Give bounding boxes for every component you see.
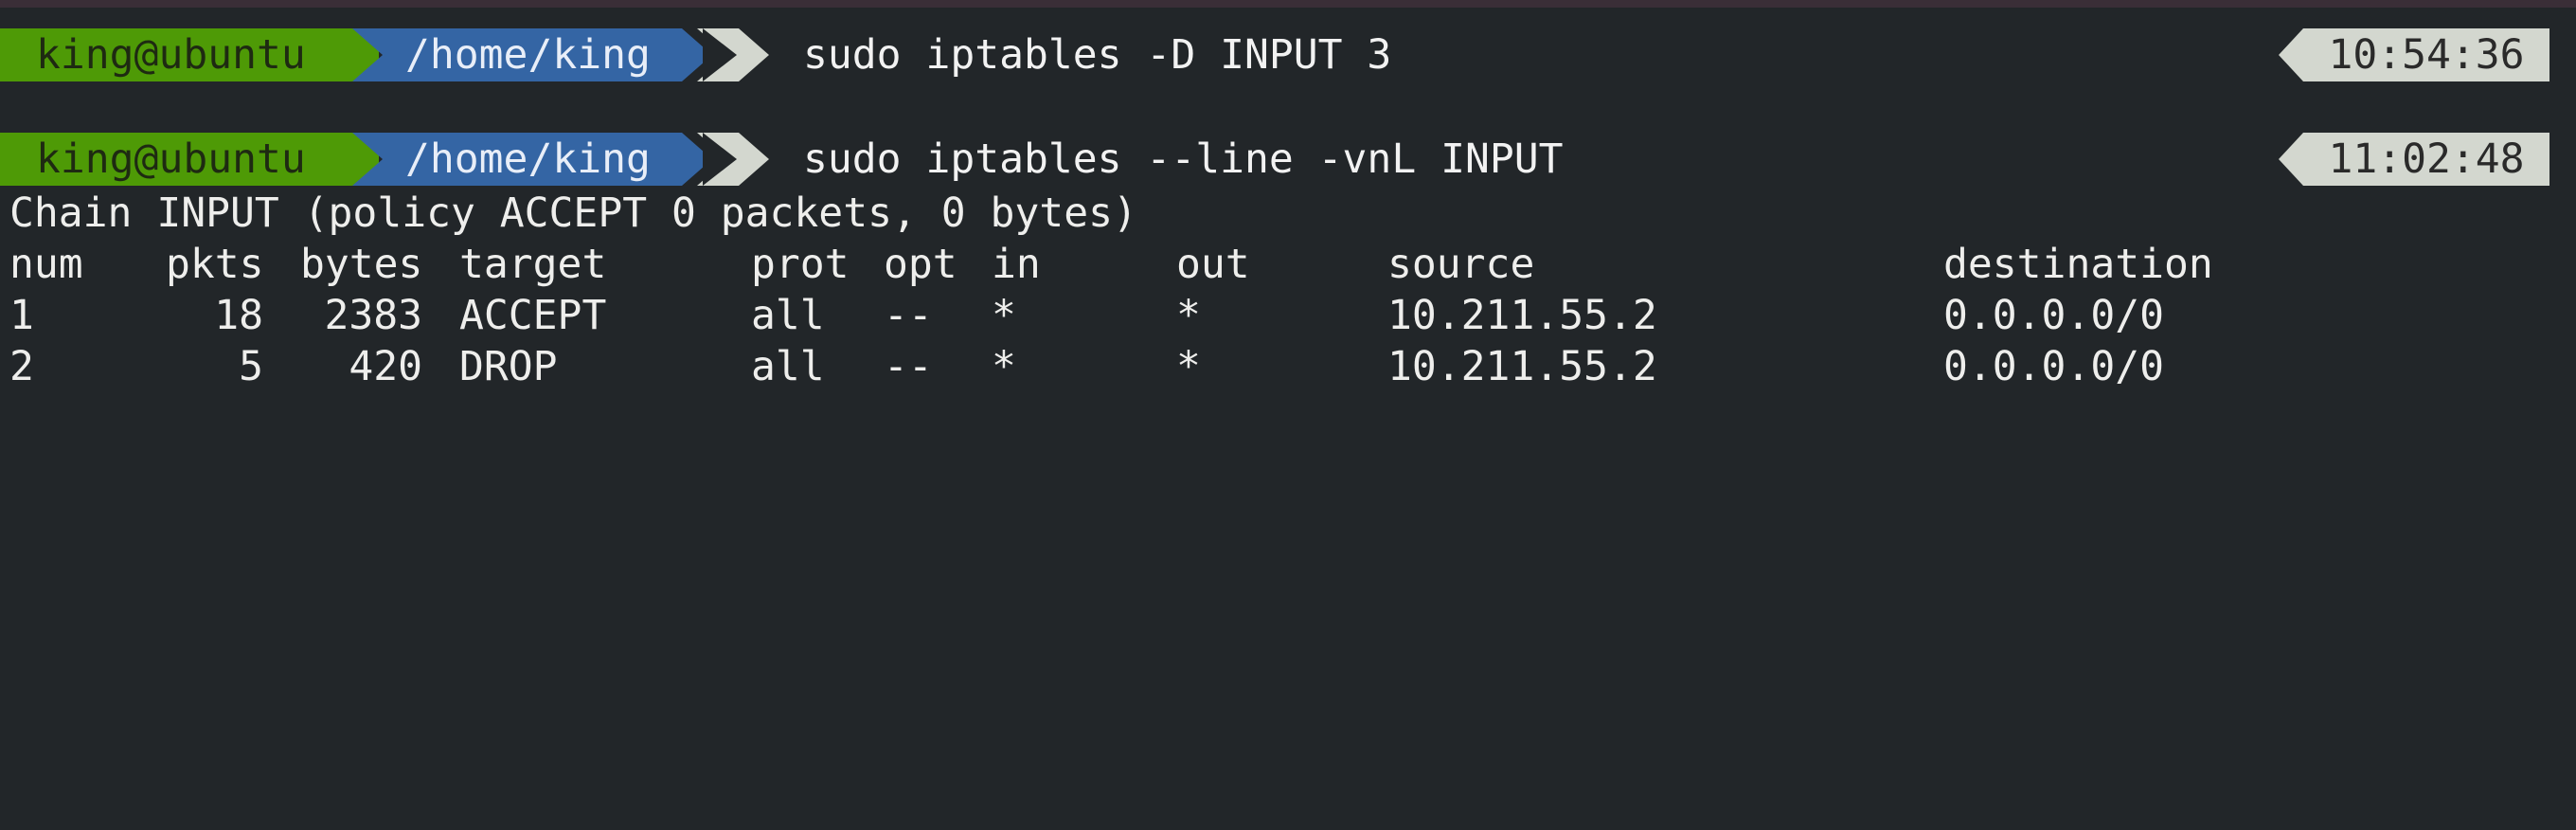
- terminal[interactable]: king@ubuntu /home/king sudo iptables -D …: [0, 8, 2576, 415]
- timestamp: 11:02:48: [2303, 133, 2549, 186]
- header-destination: destination: [1943, 241, 2213, 288]
- prompt-path: /home/king: [405, 31, 651, 79]
- cell-prot: all: [751, 343, 825, 390]
- command-text: sudo iptables -D INPUT 3: [803, 31, 1392, 79]
- prompt-line: king@ubuntu /home/king sudo iptables --l…: [0, 133, 2576, 186]
- window-top-border: [0, 0, 2576, 8]
- cell-in: *: [992, 292, 1016, 339]
- cell-num: 1: [9, 292, 34, 339]
- cell-num: 2: [9, 343, 34, 390]
- header-in: in: [992, 241, 1041, 288]
- chain-summary-line: Chain INPUT (policy ACCEPT 0 packets, 0 …: [9, 189, 1137, 237]
- header-out: out: [1176, 241, 1250, 288]
- cell-target: ACCEPT: [459, 292, 607, 339]
- prompt-user-segment: king@ubuntu: [0, 133, 379, 186]
- header-pkts: pkts: [166, 241, 264, 288]
- header-target: target: [459, 241, 607, 288]
- header-bytes: bytes: [300, 241, 423, 288]
- header-prot: prot: [751, 241, 850, 288]
- cell-pkts: 18: [214, 292, 263, 339]
- cell-out: *: [1176, 343, 1201, 390]
- cell-destination: 0.0.0.0/0: [1943, 292, 2164, 339]
- prompt-user-host: king@ubuntu: [36, 135, 306, 183]
- cell-in: *: [992, 343, 1016, 390]
- cell-source: 10.211.55.2: [1387, 343, 1657, 390]
- clock-cap-icon: [2279, 28, 2303, 81]
- prompt-path: /home/king: [405, 135, 651, 183]
- cell-target: DROP: [459, 343, 558, 390]
- cell-bytes: 420: [349, 343, 422, 390]
- cell-prot: all: [751, 292, 825, 339]
- table-row: 1 18 2383 ACCEPT all -- * * 10.211.55.2 …: [9, 290, 2567, 341]
- command-text: sudo iptables --line -vnL INPUT: [803, 135, 1564, 183]
- timestamp: 10:54:36: [2303, 28, 2549, 81]
- prompt-user-host: king@ubuntu: [36, 31, 306, 79]
- cell-out: *: [1176, 292, 1201, 339]
- prompt-user-segment: king@ubuntu: [0, 28, 379, 81]
- header-opt: opt: [884, 241, 957, 288]
- prompt-line: king@ubuntu /home/king sudo iptables -D …: [0, 28, 2576, 81]
- cell-bytes: 2383: [324, 292, 422, 339]
- header-source: source: [1387, 241, 1535, 288]
- cell-opt: --: [884, 343, 933, 390]
- prompt-path-segment: /home/king: [352, 28, 712, 81]
- header-num: num: [9, 241, 83, 288]
- prompt-path-segment: /home/king: [352, 133, 712, 186]
- cell-source: 10.211.55.2: [1387, 292, 1657, 339]
- table-header-row: num pkts bytes target prot opt in out so…: [9, 239, 2567, 290]
- cell-pkts: 5: [239, 343, 263, 390]
- cell-opt: --: [884, 292, 933, 339]
- table-row: 2 5 420 DROP all -- * * 10.211.55.2 0.0.…: [9, 341, 2567, 392]
- clock-cap-icon: [2279, 133, 2303, 186]
- cell-destination: 0.0.0.0/0: [1943, 343, 2164, 390]
